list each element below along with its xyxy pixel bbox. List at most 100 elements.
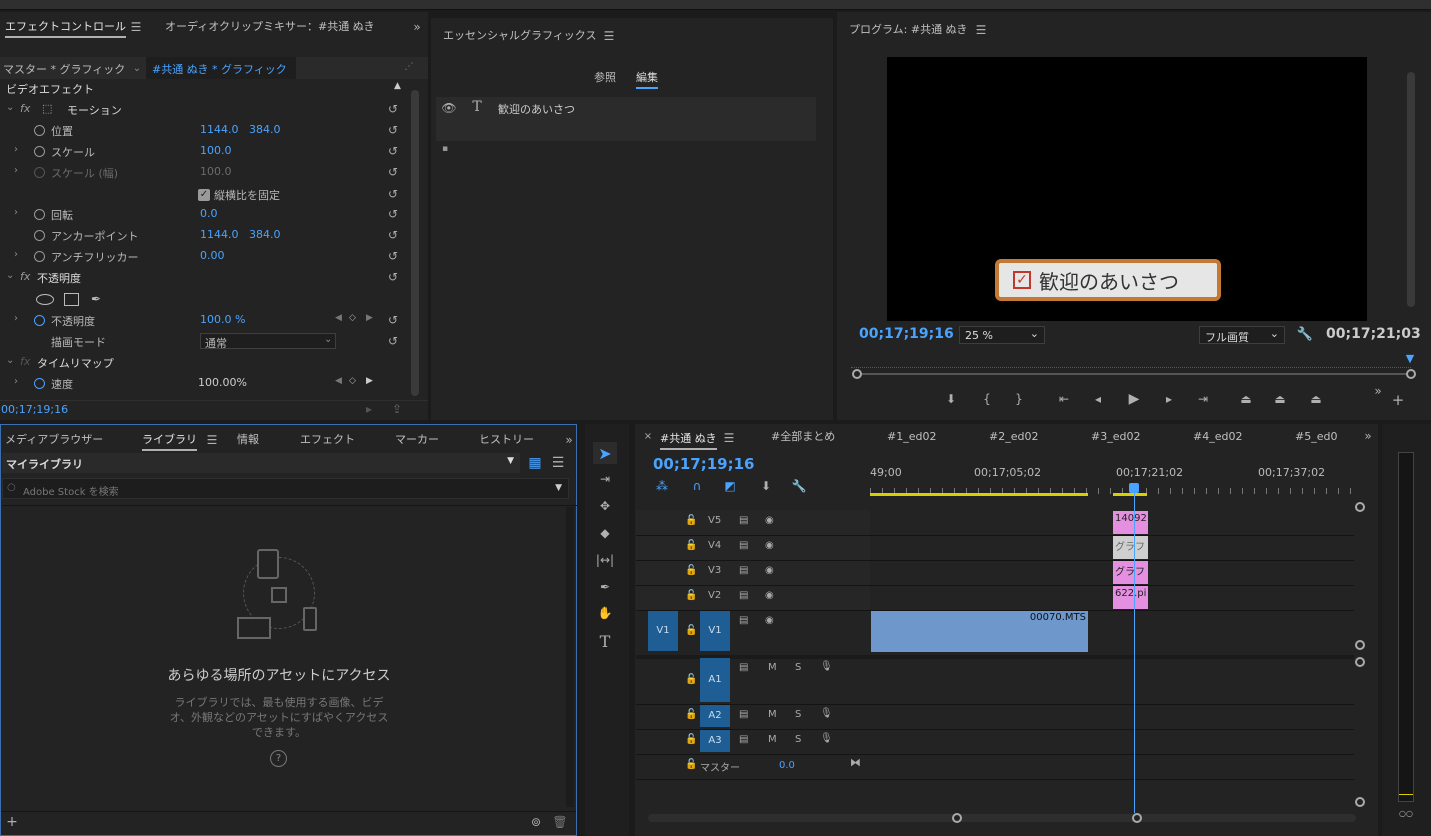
play-audio-icon[interactable]: ▸ — [362, 402, 376, 416]
step-back-icon[interactable]: ◂ — [1091, 392, 1105, 406]
master-clip-label[interactable]: マスター * グラフィック — [3, 61, 125, 77]
lock-icon[interactable]: 🔓 — [685, 674, 697, 685]
more-panels-icon[interactable]: » — [410, 20, 424, 34]
mark-out-icon[interactable]: } — [1012, 392, 1026, 406]
eye-icon[interactable]: 👁 — [441, 101, 457, 115]
reset-icon[interactable]: ↺ — [388, 207, 398, 221]
clip-v2[interactable]: 622.pi — [1113, 586, 1148, 609]
clip-v4[interactable]: グラフ — [1113, 536, 1148, 559]
hand-tool-icon[interactable]: ✋ — [595, 604, 615, 622]
rotation-value[interactable]: 0.0 — [200, 207, 218, 220]
program-title[interactable]: プログラム: #共通 ぬき — [849, 15, 967, 45]
lock-icon[interactable]: 🔓 — [685, 515, 697, 526]
eye-icon[interactable]: ◉ — [765, 565, 774, 576]
expand-chevron-icon[interactable]: › — [14, 144, 18, 155]
clip-v5[interactable]: 14092 — [1113, 511, 1148, 534]
mute-button[interactable]: M — [768, 662, 777, 673]
library-select[interactable]: マイライブラリ ▼ — [2, 453, 520, 473]
eye-icon[interactable]: ◉ — [765, 515, 774, 526]
sync-lock-icon[interactable]: ▤ — [739, 515, 748, 526]
source-patch-v1[interactable]: V1 — [648, 611, 678, 651]
lock-icon[interactable]: 🔓 — [685, 590, 697, 601]
effect-timecode[interactable]: 00;17;19;16 — [1, 403, 68, 416]
collapse-chevron-icon[interactable]: ⌄ — [6, 355, 14, 366]
reset-icon[interactable]: ↺ — [388, 334, 398, 348]
reset-icon[interactable]: ↺ — [388, 187, 398, 201]
wrench-icon[interactable]: 🔧 — [1297, 326, 1313, 342]
library-scrollbar[interactable] — [566, 507, 574, 807]
export-frame-icon[interactable]: ⏏ — [1307, 392, 1325, 406]
chevron-down-icon[interactable]: ⌄ — [132, 62, 142, 74]
fx-icon[interactable]: fx — [20, 270, 30, 283]
motion-transform-icon[interactable]: ⬚ — [42, 102, 52, 115]
tab-sequence-2[interactable]: #2_ed02 — [989, 422, 1038, 452]
stock-search-input[interactable]: ○ Adobe Stock を検索 ▼ — [2, 478, 569, 499]
tab-browse[interactable]: 参照 — [594, 69, 616, 85]
scroll-handle-right[interactable] — [1406, 369, 1416, 379]
pen-mask-icon[interactable]: ✒ — [91, 292, 101, 306]
prev-keyframe-icon[interactable]: ◀ — [335, 313, 342, 323]
microphone-icon[interactable]: 🎙 — [820, 733, 833, 744]
collapse-chevron-icon[interactable]: ⌄ — [6, 102, 14, 113]
reset-icon[interactable]: ↺ — [388, 165, 398, 179]
close-tab-icon[interactable]: × — [643, 430, 653, 442]
layer-row[interactable]: 👁 T 歓迎のあいさつ — [436, 97, 816, 141]
next-keyframe-icon[interactable]: ▶ — [366, 313, 373, 323]
stopwatch-icon[interactable] — [34, 230, 45, 241]
zoom-handle-right[interactable] — [1132, 813, 1142, 823]
master-gain-icon[interactable]: ⧓ — [850, 756, 861, 769]
add-keyframe-icon[interactable]: ◇ — [349, 376, 356, 386]
slip-tool-icon[interactable]: |↔| — [595, 551, 615, 569]
tab-libraries[interactable]: ライブラリ — [142, 425, 197, 455]
microphone-icon[interactable]: 🎙 — [820, 661, 833, 672]
collapse-chevron-icon[interactable]: ⌄ — [6, 270, 14, 281]
lock-icon[interactable]: 🔓 — [685, 709, 697, 720]
sync-lock-icon[interactable]: ▤ — [739, 662, 748, 673]
lock-icon[interactable]: 🔓 — [685, 565, 697, 576]
collapse-icon[interactable]: ⋰ — [404, 62, 414, 72]
playhead-handle[interactable] — [1129, 483, 1139, 493]
stopwatch-icon[interactable] — [34, 378, 45, 389]
anchor-y-value[interactable]: 384.0 — [249, 228, 281, 241]
extract-icon[interactable]: ⏏ — [1271, 392, 1289, 406]
work-area-bar[interactable] — [1113, 493, 1147, 496]
scroll-handle-left[interactable] — [852, 369, 862, 379]
next-keyframe-icon[interactable]: ▶ — [366, 376, 373, 386]
expand-chevron-icon[interactable]: › — [14, 165, 18, 176]
track-target-a3[interactable]: A3 — [700, 730, 730, 752]
mute-button[interactable]: M — [768, 734, 777, 745]
track-scroll-handle[interactable] — [1355, 502, 1365, 512]
add-marker-icon[interactable]: ⬇ — [758, 479, 774, 493]
solo-meter-icon[interactable]: ○○ — [1397, 808, 1415, 818]
eye-icon[interactable]: ◉ — [765, 615, 774, 626]
panel-menu-icon[interactable]: ☰ — [723, 431, 735, 445]
step-forward-icon[interactable]: ▸ — [1162, 392, 1176, 406]
chevron-down-icon[interactable]: ⌄ — [324, 334, 332, 345]
more-controls-icon[interactable]: » — [1371, 384, 1385, 398]
opacity-value[interactable]: 100.0 % — [200, 313, 245, 326]
razor-tool-icon[interactable]: ◆ — [595, 524, 615, 542]
blend-mode-select[interactable]: 通常 — [200, 333, 336, 350]
panel-menu-icon[interactable]: ☰ — [603, 29, 615, 43]
ellipse-mask-icon[interactable] — [36, 294, 54, 305]
reset-icon[interactable]: ↺ — [388, 102, 398, 116]
layer-name[interactable]: 歓迎のあいさつ — [498, 101, 575, 117]
lock-icon[interactable]: 🔓 — [685, 540, 697, 551]
track-target-a1[interactable]: A1 — [700, 658, 730, 702]
track-scroll-handle[interactable] — [1355, 797, 1365, 807]
reset-icon[interactable]: ↺ — [388, 249, 398, 263]
scroll-up-icon[interactable]: ▲ — [394, 81, 401, 91]
position-y-value[interactable]: 384.0 — [249, 123, 281, 136]
help-icon[interactable]: ? — [270, 750, 287, 767]
tab-info[interactable]: 情報 — [237, 425, 259, 455]
program-current-timecode[interactable]: 00;17;19;16 — [859, 326, 954, 342]
linked-selection-icon[interactable]: ◩ — [722, 479, 738, 493]
uniform-scale-checkbox[interactable]: ✓ — [198, 189, 210, 201]
time-ruler[interactable]: 49;00 00;17;05;02 00;17;21;02 00;17;37;0… — [870, 460, 1354, 498]
lock-icon[interactable]: 🔓 — [685, 625, 697, 636]
reset-icon[interactable]: ↺ — [388, 123, 398, 137]
tab-audio-clip-mixer[interactable]: オーディオクリップミキサー：#共通 ぬき — [165, 12, 375, 42]
sync-lock-icon[interactable]: ▤ — [739, 615, 748, 626]
stopwatch-icon[interactable] — [34, 125, 45, 136]
selection-tool-icon[interactable]: ➤ — [593, 442, 617, 464]
